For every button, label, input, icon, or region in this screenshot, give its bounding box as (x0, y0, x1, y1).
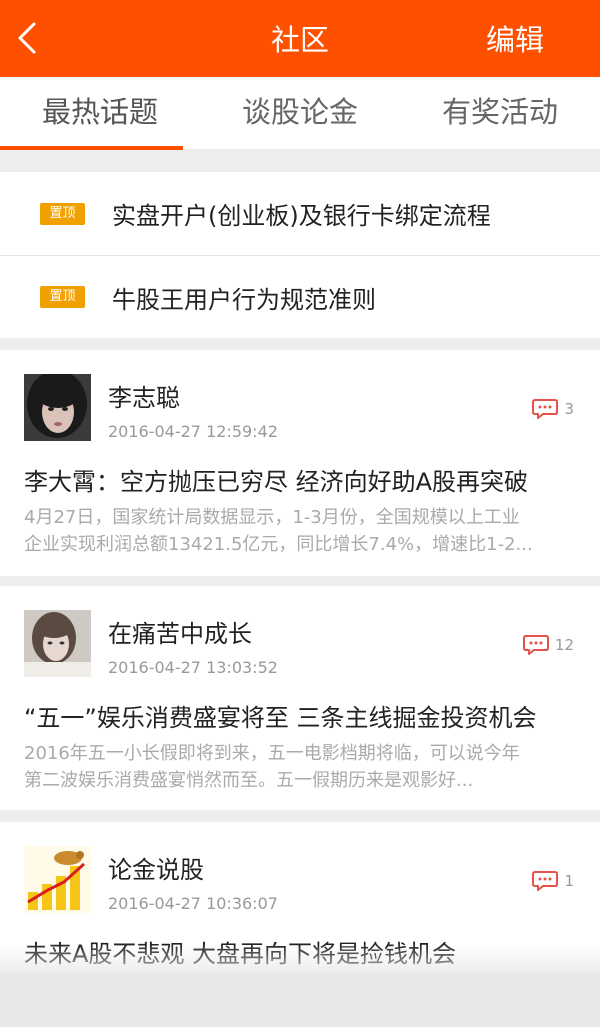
pinned-list: 置顶 实盘开户(创业板)及银行卡绑定流程 置顶 牛股王用户行为规范准则 (0, 172, 600, 338)
avatar[interactable] (24, 610, 91, 677)
pinned-item[interactable]: 置顶 牛股王用户行为规范准则 (0, 255, 600, 338)
tab-bar: 最热话题 谈股论金 有奖活动 (0, 77, 600, 149)
post-card[interactable]: 在痛苦中成长 2016-04-27 13:03:52 12 “五一”娱乐消费盛宴… (0, 586, 600, 810)
post-summary: 2016年五一小长假即将到来，五一电影档期将临，可以说今年 第二波娱乐消费盛宴悄… (24, 740, 576, 794)
post-summary-line: 4月27日，国家统计局数据显示，1-3月份，全国规模以上工业 (24, 507, 520, 528)
post-title[interactable]: “五一”娱乐消费盛宴将至 三条主线掘金投资机会 (24, 698, 537, 733)
post-time: 2016-04-27 13:03:52 (108, 658, 278, 677)
pin-badge: 置顶 (40, 202, 85, 225)
post-summary-line: 第二波娱乐消费盛宴悄然而至。五一假期历来是观影好... (24, 770, 474, 791)
tab-prize-events[interactable]: 有奖活动 (400, 77, 600, 149)
post-time: 2016-04-27 12:59:42 (108, 422, 278, 441)
post-author[interactable]: 李志聪 (108, 378, 180, 413)
post-card[interactable]: 李志聪 2016-04-27 12:59:42 3 李大霄：空方抛压已穷尽 经济… (0, 350, 600, 576)
avatar[interactable] (24, 846, 91, 913)
post-summary-line: 2016年五一小长假即将到来，五一电影档期将临，可以说今年 (24, 743, 520, 764)
tab-hot-topics[interactable]: 最热话题 (0, 77, 200, 149)
post-summary: 4月27日，国家统计局数据显示，1-3月份，全国规模以上工业 企业实现利润总额1… (24, 504, 576, 558)
bottom-fade (0, 944, 600, 1027)
active-tab-indicator (0, 146, 183, 150)
top-bar: 社区 编辑 (0, 0, 600, 77)
comment-count-value: 1 (564, 872, 574, 890)
comment-count[interactable]: 1 (532, 870, 574, 892)
pinned-item-title: 实盘开户(创业板)及银行卡绑定流程 (112, 202, 491, 230)
edit-button[interactable]: 编辑 (486, 0, 544, 77)
post-title[interactable]: 李大霄：空方抛压已穷尽 经济向好助A股再突破 (24, 462, 528, 497)
comment-count-value: 12 (554, 636, 574, 654)
post-author[interactable]: 论金说股 (108, 850, 204, 885)
post-author[interactable]: 在痛苦中成长 (108, 614, 252, 649)
pinned-item-title: 牛股王用户行为规范准则 (112, 285, 376, 314)
comment-icon (522, 635, 549, 655)
comment-count[interactable]: 3 (532, 398, 574, 420)
comment-count-value: 3 (564, 400, 574, 418)
avatar[interactable] (24, 374, 91, 441)
tab-stock-talk[interactable]: 谈股论金 (200, 77, 400, 149)
comment-count[interactable]: 12 (522, 634, 574, 656)
pinned-item[interactable]: 置顶 实盘开户(创业板)及银行卡绑定流程 (0, 172, 600, 255)
post-time: 2016-04-27 10:36:07 (108, 894, 278, 913)
comment-icon (532, 399, 559, 419)
pin-badge: 置顶 (40, 286, 85, 308)
comment-icon (532, 871, 559, 891)
post-summary-line: 企业实现利润总额13421.5亿元，同比增长7.4%，增速比1-2... (24, 534, 533, 555)
